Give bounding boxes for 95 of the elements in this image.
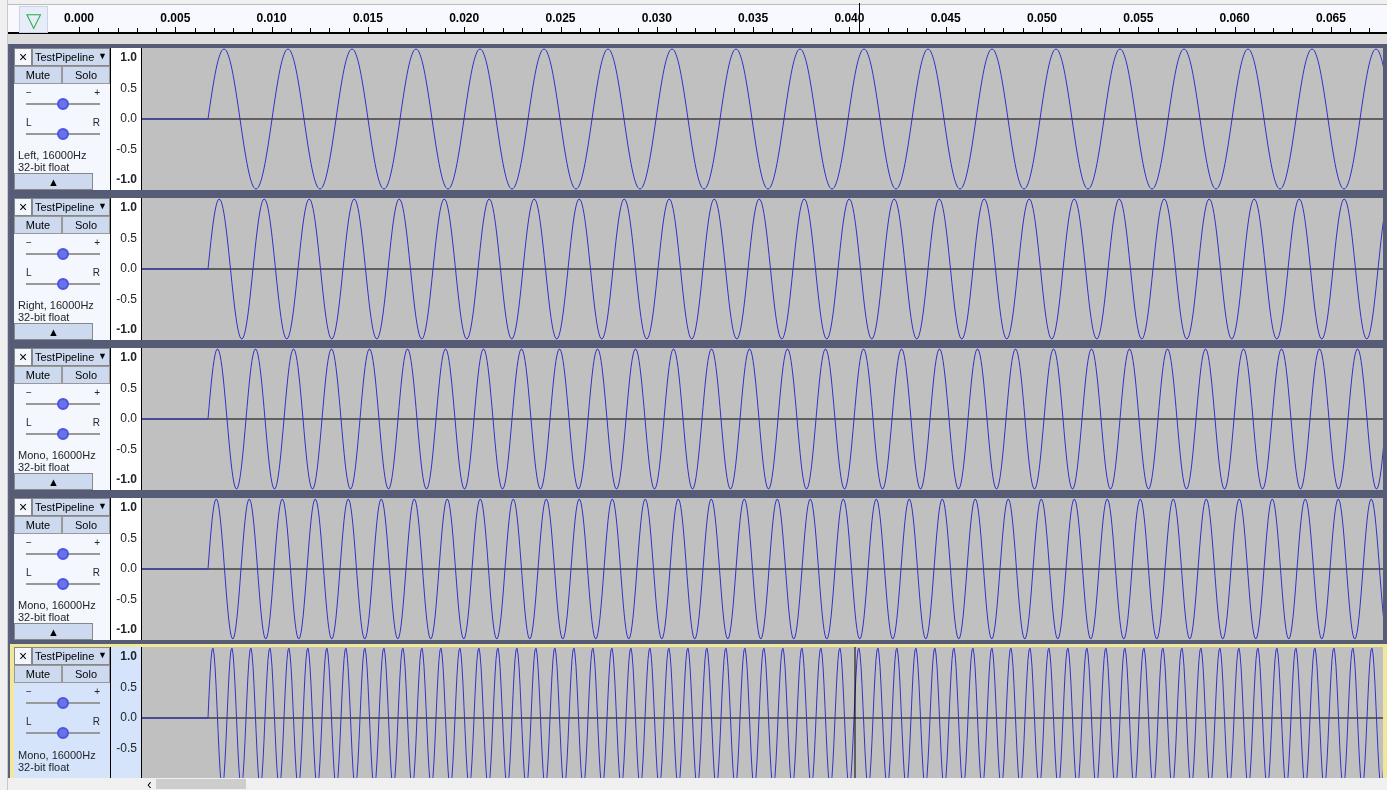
- pan-slider-thumb[interactable]: [57, 727, 69, 739]
- scale-label: 0.5: [120, 79, 137, 97]
- solo-button[interactable]: Solo: [62, 665, 110, 683]
- slider-label: R: [92, 116, 100, 128]
- caret-icon: ▼: [98, 649, 107, 663]
- track-menu-button[interactable]: TestPipeline ▼: [32, 498, 110, 516]
- close-button[interactable]: ×: [14, 498, 32, 516]
- mute-button[interactable]: Mute: [14, 366, 62, 384]
- slider-label: +: [94, 387, 100, 398]
- collapse-button[interactable]: ▲: [14, 173, 93, 190]
- slider-label: −: [26, 686, 32, 697]
- track-menu-button[interactable]: TestPipeline ▼: [32, 48, 110, 66]
- scale-label: 1.0: [120, 199, 137, 216]
- mute-button[interactable]: Mute: [14, 665, 62, 683]
- audio-track[interactable]: × TestPipeline ▼ Mute Solo − + L R Right, 16000Hz 32-bit float ▲ 1.0 0.5 0.0 -0.5 -1.0: [10, 194, 1387, 344]
- scale-label: 0.0: [120, 260, 137, 277]
- mute-button[interactable]: Mute: [14, 516, 62, 534]
- caret-icon: ▼: [98, 350, 107, 364]
- collapse-button[interactable]: ▲: [14, 323, 93, 340]
- audio-track[interactable]: × TestPipeline ▼ Mute Solo − + L R Mono, 16000Hz 32-bit float ▲ 1.0 0.5 0.0 -0.5 -1.0: [10, 494, 1387, 644]
- scale-label: 1.0: [120, 648, 137, 665]
- scale-label: 0.0: [120, 709, 137, 726]
- scale-label: -1.0: [116, 621, 137, 638]
- slider-label: +: [94, 686, 100, 697]
- gain-slider-thumb[interactable]: [57, 98, 69, 110]
- pan-slider-thumb[interactable]: [57, 577, 69, 590]
- scrollbar-thumb[interactable]: [155, 779, 246, 789]
- slider-label: L: [26, 266, 32, 278]
- slider-label: R: [92, 416, 100, 428]
- pan-slider-thumb[interactable]: [57, 277, 69, 290]
- solo-button[interactable]: Solo: [62, 66, 110, 84]
- scale-label: -0.5: [116, 590, 137, 608]
- caret-icon: ▼: [98, 500, 107, 514]
- pan-slider-thumb[interactable]: [57, 127, 69, 140]
- scale-label: 1.0: [120, 499, 137, 516]
- slider-label: −: [26, 387, 32, 398]
- scale-label: 1.0: [120, 349, 137, 366]
- slider-label: +: [94, 537, 100, 548]
- slider-label: L: [26, 416, 32, 428]
- mute-button[interactable]: Mute: [14, 216, 62, 234]
- solo-button[interactable]: Solo: [62, 366, 110, 384]
- slider-label: L: [26, 566, 32, 578]
- slider-label: L: [26, 116, 32, 128]
- track-info: Right, 16000Hz 32-bit float: [17, 298, 95, 324]
- scale-label: 1.0: [120, 49, 137, 66]
- scale-label: -1.0: [116, 471, 137, 488]
- audio-track[interactable]: × TestPipeline ▼ Mute Solo − + L R Mono, 16000Hz 32-bit float ▲ 1.0 0.5 0.0 -0.5 -1.0: [10, 344, 1387, 494]
- close-button[interactable]: ×: [14, 48, 32, 66]
- caret-icon: ▼: [98, 50, 107, 64]
- scale-label: 0.5: [120, 529, 137, 547]
- track-info: Mono, 16000Hz 32-bit float: [17, 748, 97, 773]
- collapse-button[interactable]: ▲: [14, 473, 93, 490]
- scale-label: 0.5: [120, 678, 137, 696]
- track-info: Mono, 16000Hz 32-bit float: [17, 448, 97, 474]
- track-menu-button[interactable]: TestPipeline ▼: [32, 647, 110, 665]
- scale-label: 0.0: [120, 560, 137, 577]
- slider-label: −: [26, 87, 32, 98]
- scale-label: 0.0: [120, 410, 137, 427]
- slider-label: +: [94, 237, 100, 248]
- track-info: Mono, 16000Hz 32-bit float: [17, 598, 97, 624]
- slider-label: R: [92, 566, 100, 578]
- pan-slider-thumb[interactable]: [57, 427, 69, 440]
- close-button[interactable]: ×: [14, 348, 32, 366]
- slider-label: +: [94, 87, 100, 98]
- scale-label: -0.5: [116, 140, 137, 158]
- slider-label: −: [26, 237, 32, 248]
- scroll-left-button[interactable]: ‹: [143, 779, 156, 789]
- slider-label: −: [26, 537, 32, 548]
- solo-button[interactable]: Solo: [62, 516, 110, 534]
- collapse-button[interactable]: ▲: [14, 623, 93, 640]
- gain-slider-thumb[interactable]: [57, 548, 69, 560]
- scale-label: -1.0: [116, 321, 137, 338]
- scale-label: 0.0: [120, 110, 137, 127]
- scale-label: -0.5: [116, 440, 137, 458]
- gain-slider-thumb[interactable]: [57, 248, 69, 260]
- caret-icon: ▼: [98, 200, 107, 214]
- track-info: Left, 16000Hz 32-bit float: [17, 148, 88, 174]
- scale-label: -1.0: [116, 171, 137, 188]
- scale-label: -0.5: [116, 290, 137, 308]
- scale-label: 0.5: [120, 229, 137, 247]
- close-button[interactable]: ×: [14, 198, 32, 216]
- track-menu-button[interactable]: TestPipeline ▼: [32, 348, 110, 366]
- gain-slider-thumb[interactable]: [57, 697, 69, 709]
- scale-label: 0.5: [120, 379, 137, 397]
- solo-button[interactable]: Solo: [62, 216, 110, 234]
- slider-label: R: [92, 266, 100, 278]
- slider-label: L: [26, 716, 32, 727]
- audio-track[interactable]: × TestPipeline ▼ Mute Solo − + L R Mono, 16000Hz 32-bit float 1.0 0.5 0.0 -0.5: [10, 644, 1387, 778]
- audio-track[interactable]: × TestPipeline ▼ Mute Solo − + L R Left, 16000Hz 32-bit float ▲ 1.0 0.5 0.0 -0.5 -1.0: [10, 44, 1387, 194]
- gain-slider-thumb[interactable]: [57, 398, 69, 410]
- close-button[interactable]: ×: [14, 647, 32, 665]
- scale-label: -0.5: [116, 739, 137, 757]
- slider-label: R: [92, 716, 100, 727]
- track-menu-button[interactable]: TestPipeline ▼: [32, 198, 110, 216]
- mute-button[interactable]: Mute: [14, 66, 62, 84]
